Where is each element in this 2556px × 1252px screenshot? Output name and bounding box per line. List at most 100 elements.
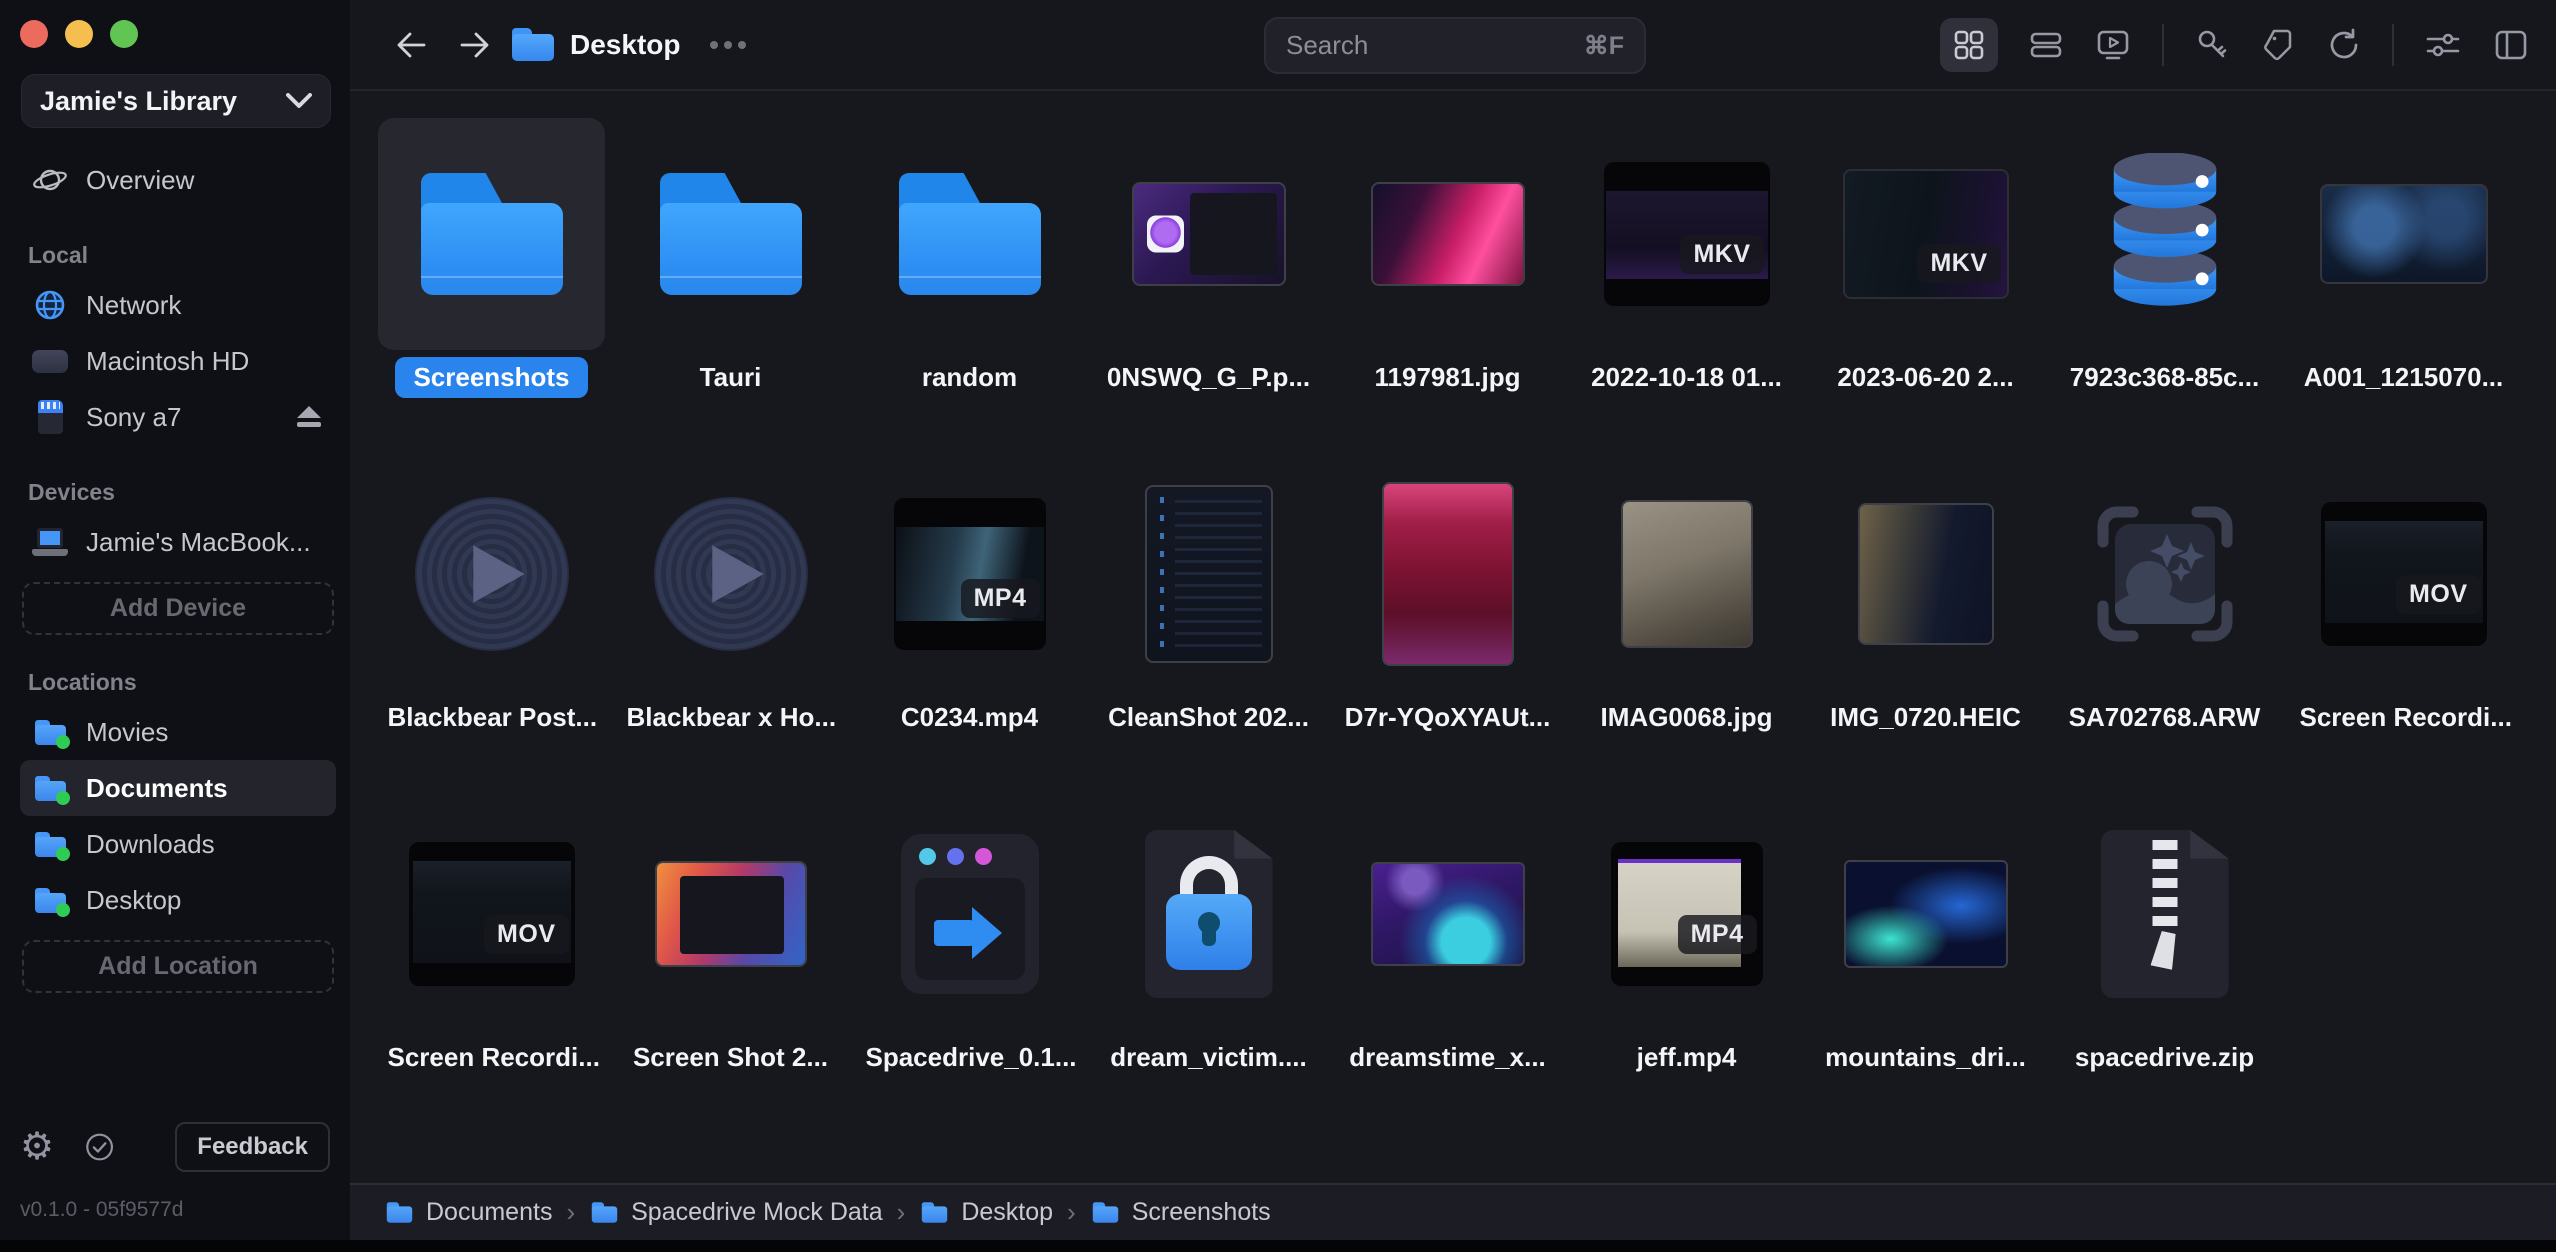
sidebar-item-movies[interactable]: Movies [20, 704, 336, 760]
sidebar-item-downloads[interactable]: Downloads [20, 816, 336, 872]
file-name: C0234.mp4 [891, 697, 1048, 738]
list-view-button[interactable] [2028, 27, 2064, 63]
minimize-window-button[interactable] [65, 20, 93, 48]
sidebar-item-network[interactable]: Network [20, 277, 336, 333]
path-bar: Documents Spacedrive Mock Data Desktop S… [350, 1183, 2556, 1240]
file-item[interactable]: spacedrive.zip [2045, 798, 2284, 1138]
file-name: Screen Recordi... [2290, 697, 2518, 738]
forward-button[interactable] [456, 26, 494, 64]
raw-photo-placeholder-icon [2089, 498, 2241, 650]
display-options-button[interactable] [2424, 26, 2462, 64]
file-name: Spacedrive_0.1... [856, 1037, 1084, 1078]
inspector-toggle-button[interactable] [2492, 26, 2530, 64]
file-item[interactable]: CleanShot 202... [1089, 458, 1328, 798]
check-circle-icon[interactable] [84, 1128, 115, 1166]
file-item[interactable]: SA702768.ARW [2045, 458, 2284, 798]
file-item[interactable]: MKV 2022-10-18 01... [1567, 118, 1806, 458]
file-item[interactable]: 0NSWQ_G_P.p... [1089, 118, 1328, 458]
media-view-button[interactable] [2094, 26, 2132, 64]
sidebar-item-macintosh-hd[interactable]: Macintosh HD [20, 333, 336, 389]
section-title-locations: Locations [28, 669, 336, 696]
file-item[interactable]: MOV Screen Recordi... [2284, 458, 2523, 798]
globe-icon [32, 288, 68, 322]
search-input[interactable]: Search ⌘F [1264, 17, 1646, 74]
zip-archive-icon [2101, 830, 2229, 998]
format-badge: MP4 [1678, 915, 1757, 954]
more-options-icon[interactable] [710, 41, 746, 49]
close-window-button[interactable] [20, 20, 48, 48]
back-button[interactable] [392, 26, 430, 64]
sidebar-item-desktop[interactable]: Desktop [20, 872, 336, 928]
file-name: SA702768.ARW [2059, 697, 2271, 738]
format-badge: MP4 [961, 579, 1040, 618]
file-item[interactable]: MP4 C0234.mp4 [850, 458, 1089, 798]
file-item[interactable]: 1197981.jpg [1328, 118, 1567, 458]
sidebar-item-label: Network [86, 290, 181, 321]
file-name: D7r-YQoXYAUt... [1335, 697, 1561, 738]
sidebar-item-macbook[interactable]: Jamie's MacBook... [20, 514, 336, 570]
file-name: 2022-10-18 01... [1581, 357, 1792, 398]
image-thumbnail [1371, 182, 1525, 286]
file-item[interactable]: IMAG0068.jpg [1567, 458, 1806, 798]
folder-icon [32, 888, 68, 913]
zoom-window-button[interactable] [110, 20, 138, 48]
main-panel: Desktop Search ⌘F [350, 0, 2556, 1240]
toolbar-divider [2162, 24, 2164, 66]
section-title-local: Local [28, 242, 336, 269]
breadcrumb-separator [897, 1197, 906, 1228]
file-item-screenshots[interactable]: Screenshots [372, 118, 611, 458]
breadcrumb-separator [566, 1197, 575, 1228]
file-item[interactable]: Screen Shot 2... [611, 798, 850, 1138]
file-item[interactable]: 7923c368-85c... [2045, 118, 2284, 458]
refresh-button[interactable] [2326, 27, 2362, 63]
current-location-title: Desktop [570, 29, 680, 61]
library-selector[interactable]: Jamie's Library [21, 74, 331, 128]
file-item[interactable]: Blackbear x Ho... [611, 458, 850, 798]
file-name: Blackbear x Ho... [617, 697, 845, 738]
key-manager-button[interactable] [2194, 27, 2230, 63]
add-location-button[interactable]: Add Location [22, 940, 334, 993]
feedback-button[interactable]: Feedback [175, 1122, 330, 1172]
file-name: 7923c368-85c... [2060, 357, 2269, 398]
image-thumbnail [655, 861, 807, 967]
image-thumbnail [1858, 503, 1994, 645]
database-icon [2101, 153, 2229, 315]
breadcrumb-documents[interactable]: Documents [384, 1198, 552, 1227]
top-bar: Desktop Search ⌘F [350, 0, 2556, 91]
file-item[interactable]: A001_1215070... [2284, 118, 2523, 458]
current-folder-icon [512, 28, 554, 61]
video-thumbnail: MKV [1843, 169, 2009, 299]
tag-button[interactable] [2260, 27, 2296, 63]
sidebar-item-sony-a7[interactable]: Sony a7 [20, 389, 336, 445]
file-item[interactable]: IMG_0720.HEIC [1806, 458, 2045, 798]
sidebar-item-documents[interactable]: Documents [20, 760, 336, 816]
sidebar-item-overview[interactable]: Overview [20, 152, 336, 208]
breadcrumb-screenshots[interactable]: Screenshots [1090, 1198, 1271, 1227]
file-item[interactable]: MOV Screen Recordi... [372, 798, 611, 1138]
file-name: dreamstime_x... [1339, 1037, 1556, 1078]
file-item[interactable]: MP4 jeff.mp4 [1567, 798, 1806, 1138]
file-item[interactable]: MKV 2023-06-20 2... [1806, 118, 2045, 458]
breadcrumb-desktop[interactable]: Desktop [919, 1198, 1053, 1227]
file-item[interactable]: Blackbear Post... [372, 458, 611, 798]
settings-gear-icon[interactable]: ⚙ [20, 1128, 54, 1166]
disk-image-icon [901, 834, 1039, 994]
image-thumbnail [1371, 862, 1525, 966]
eject-icon[interactable] [294, 404, 324, 430]
add-device-button[interactable]: Add Device [22, 582, 334, 635]
file-item[interactable]: Spacedrive_0.1... [850, 798, 1089, 1138]
file-item[interactable]: dream_victim.... [1089, 798, 1328, 1138]
search-placeholder: Search [1286, 30, 1584, 61]
folder-icon [922, 1202, 947, 1223]
file-item[interactable]: dreamstime_x... [1328, 798, 1567, 1138]
breadcrumb-spacedrive-mock-data[interactable]: Spacedrive Mock Data [589, 1198, 883, 1227]
grid-view-button[interactable] [1940, 18, 1998, 72]
audio-icon [654, 497, 808, 651]
folder-icon [32, 720, 68, 745]
file-item-tauri[interactable]: Tauri [611, 118, 850, 458]
file-item[interactable]: mountains_dri... [1806, 798, 2045, 1138]
section-title-devices: Devices [28, 479, 336, 506]
file-item-random[interactable]: random [850, 118, 1089, 458]
video-thumbnail: MOV [2321, 502, 2487, 646]
file-item[interactable]: D7r-YQoXYAUt... [1328, 458, 1567, 798]
